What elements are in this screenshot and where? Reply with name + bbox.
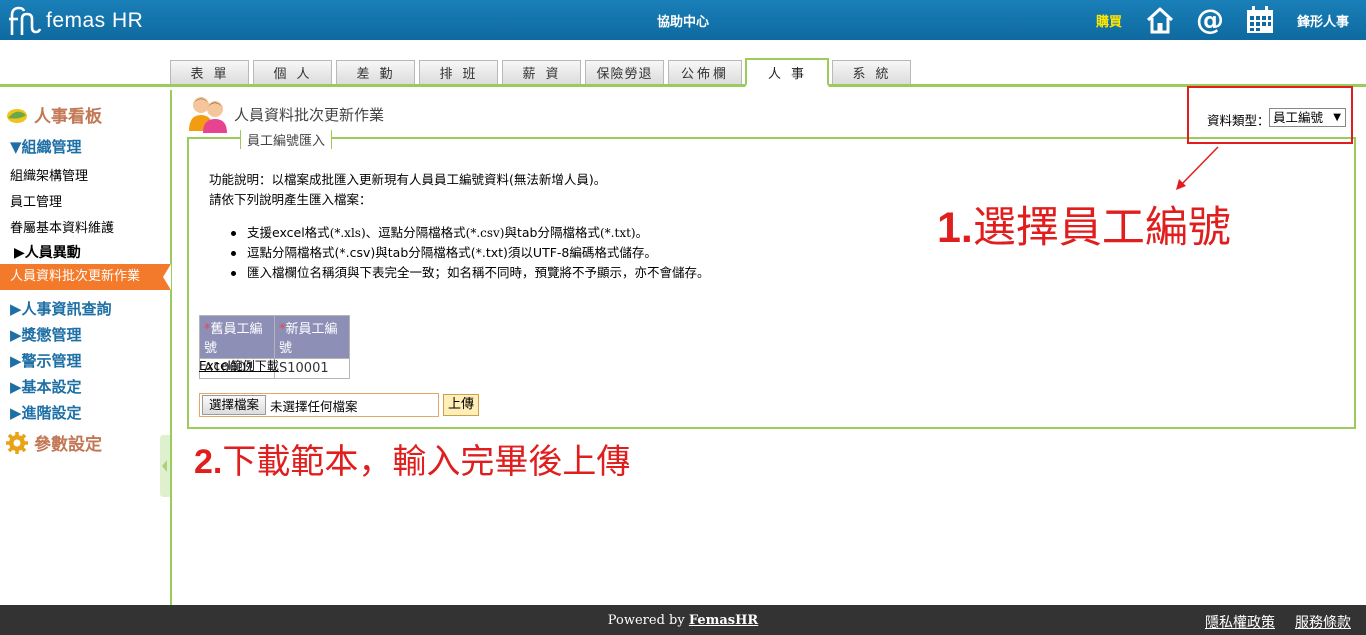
upload-button[interactable]: 上傳: [443, 394, 479, 416]
page-header: 人員資料批次更新作業: [188, 95, 384, 133]
sidebar-group-hr-query[interactable]: ▶人事資訊查詢: [10, 298, 112, 319]
tab-scheduling[interactable]: 排班: [419, 60, 498, 84]
excel-sample-download-link[interactable]: Excel範例下載: [199, 357, 279, 374]
main-tabs: 表單 個人 差勤 排班 薪資 保險勞退 公佈欄 人事 系統: [0, 55, 1366, 87]
company-name[interactable]: 鋒形人事: [1297, 11, 1349, 30]
terms-of-service-link[interactable]: 服務條款: [1295, 612, 1351, 632]
home-icon[interactable]: [1145, 5, 1175, 35]
buy-link[interactable]: 購買: [1096, 11, 1122, 30]
tab-forms[interactable]: 表單: [170, 60, 249, 84]
dashboard-icon: [7, 108, 27, 123]
data-type-selected-value: 員工編號: [1273, 110, 1324, 125]
femashr-link[interactable]: FemasHR: [689, 613, 758, 628]
column-old-employee-id: *舊員工編號: [199, 315, 275, 359]
logo-mark-icon: [9, 6, 42, 35]
desc-line-2: 請依下列說明產生匯入檔案：: [209, 192, 372, 207]
tab-attendance[interactable]: 差勤: [336, 60, 415, 84]
sidebar-item-dependents[interactable]: 眷屬基本資料維護: [10, 217, 114, 236]
at-icon[interactable]: @: [1195, 5, 1225, 35]
sidebar-collapse-handle[interactable]: [160, 435, 170, 497]
help-center-link[interactable]: 協助中心: [657, 15, 709, 30]
privacy-policy-link[interactable]: 隱私權政策: [1205, 612, 1275, 632]
data-type-select[interactable]: 員工編號 ▼: [1269, 108, 1346, 127]
gear-icon: [6, 431, 28, 454]
tab-personal[interactable]: 個人: [253, 60, 332, 84]
sidebar-group-org[interactable]: ▼組織管理: [10, 136, 82, 157]
tab-system[interactable]: 系統: [832, 60, 911, 84]
tab-bulletin[interactable]: 公佈欄: [668, 60, 742, 84]
callout-step-1: 1.選擇員工編號: [937, 203, 1231, 253]
sidebar-item-batch-update[interactable]: 人員資料批次更新作業: [0, 264, 171, 290]
sidebar: 人事看板 ▼組織管理 組織架構管理 員工管理 眷屬基本資料維護 ▶人員異動 人員…: [0, 90, 172, 605]
instruction-encoding: 逗點分隔檔格式(*.csv)與tab分隔檔格式(*.txt)須以UTF-8編碼格…: [227, 243, 710, 263]
instruction-formats: 支援excel格式(*.xls)、逗點分隔檔格式(*.csv)與tab分隔檔格式…: [227, 223, 710, 243]
sidebar-group-basic-settings[interactable]: ▶基本設定: [10, 376, 82, 397]
footer: Powered by FemasHR 隱私權政策 服務條款: [0, 605, 1366, 635]
tab-payroll[interactable]: 薪資: [502, 60, 581, 84]
desc-line-1: 功能說明：以檔案成批匯入更新現有人員員工編號資料(無法新增人員)。: [209, 172, 607, 187]
function-description: 功能說明：以檔案成批匯入更新現有人員員工編號資料(無法新增人員)。 請依下列說明…: [209, 170, 606, 210]
instruction-list: 支援excel格式(*.xls)、逗點分隔檔格式(*.csv)與tab分隔檔格式…: [227, 223, 710, 283]
sidebar-group-rewards[interactable]: ▶獎懲管理: [10, 324, 82, 345]
sidebar-item-personnel-change[interactable]: ▶人員異動: [14, 242, 81, 262]
tab-insurance[interactable]: 保險勞退: [585, 60, 664, 84]
callout-step-2: 2.下載範本，輸入完畢後上傳: [194, 442, 631, 482]
calendar-icon[interactable]: [1245, 5, 1275, 35]
instruction-column-names: 匯入檔欄位名稱須與下表完全一致；如名稱不同時，預覽將不予顯示，亦不會儲存。: [227, 263, 710, 283]
people-icon: [189, 97, 227, 133]
sidebar-item-employees[interactable]: 員工管理: [10, 191, 62, 210]
sidebar-group-advanced-settings[interactable]: ▶進階設定: [10, 402, 82, 423]
import-panel-legend: 員工編號匯入: [240, 130, 333, 149]
logo-text: femas HR: [46, 9, 144, 32]
choose-file-button[interactable]: 選擇檔案: [202, 395, 267, 415]
page-title: 人員資料批次更新作業: [234, 105, 385, 124]
sample-table-header: *舊員工編號 *新員工編號: [199, 315, 350, 359]
tab-hr[interactable]: 人事: [745, 58, 829, 87]
callout-arrow-icon: [1176, 146, 1219, 190]
top-bar: femas HR 協助中心 購買 @ 鋒形人事: [0, 0, 1366, 40]
data-type-label: 資料類型：: [1207, 113, 1270, 128]
new-employee-id-cell: S10001: [274, 358, 350, 379]
sidebar-item-org-structure[interactable]: 組織架構管理: [10, 165, 88, 184]
sidebar-group-alerts[interactable]: ▶警示管理: [10, 350, 82, 371]
femas-logo[interactable]: femas HR: [8, 4, 143, 38]
powered-by: Powered by FemasHR: [607, 613, 759, 628]
file-status-text: 未選擇任何檔案: [270, 398, 358, 414]
sidebar-dashboard[interactable]: 人事看板: [6, 102, 102, 127]
column-new-employee-id: *新員工編號: [274, 315, 350, 359]
dropdown-caret-icon: ▼: [1333, 112, 1341, 123]
sidebar-params[interactable]: 參數設定: [6, 430, 102, 455]
file-input[interactable]: 選擇檔案 未選擇任何檔案: [199, 393, 439, 417]
